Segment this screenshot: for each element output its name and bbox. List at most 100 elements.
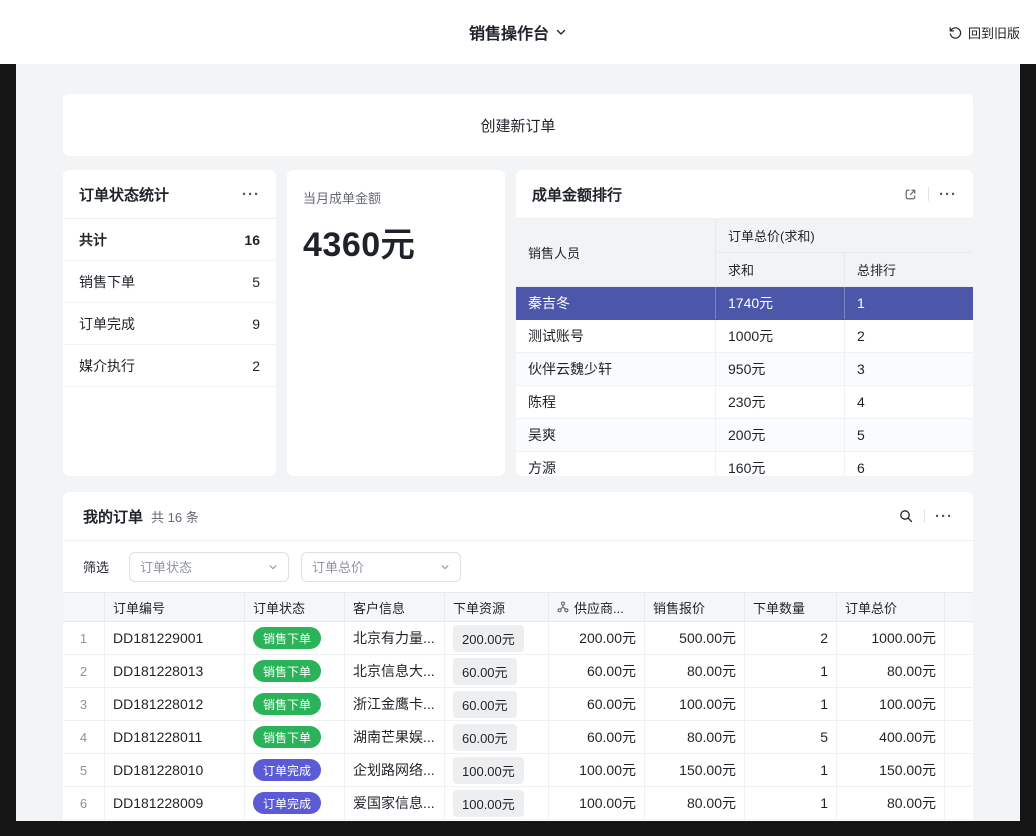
ranking-card: 成单金额排行 ··· 销售人员 订单总价(求和) 求和 总排行 秦吉冬 1740… (516, 170, 973, 476)
order-status-cell: 销售下单 (245, 688, 345, 720)
col-sales-quote: 销售报价 (645, 593, 745, 621)
status-row[interactable]: 订单完成 9 (63, 303, 276, 345)
order-row[interactable]: 2 DD181228013 销售下单 北京信息大... 60.00元 60.00… (63, 655, 973, 688)
order-status-filter[interactable]: 订单状态 (129, 552, 289, 582)
order-row[interactable]: 4 DD181228011 销售下单 湖南芒果娱... 60.00元 60.00… (63, 721, 973, 754)
ranking-cell-rank: 4 (845, 386, 973, 418)
ranking-cell-rank: 3 (845, 353, 973, 385)
workspace-switcher[interactable]: 销售操作台 (0, 0, 1036, 64)
order-total: 1000.00元 (837, 622, 945, 654)
ranking-cell-rank: 2 (845, 320, 973, 352)
ranking-cell-sum: 160元 (716, 452, 845, 476)
customer-info: 北京有力量... (345, 622, 445, 654)
status-row-label: 销售下单 (79, 272, 135, 292)
status-row[interactable]: 媒介执行 2 (63, 345, 276, 387)
ranking-cell-name: 吴爽 (516, 419, 716, 451)
ranking-row[interactable]: 吴爽 200元 5 (516, 419, 973, 452)
resource-cell: 60.00元 (445, 655, 549, 687)
col-order-qty: 下单数量 (745, 593, 837, 621)
sales-quote: 80.00元 (645, 787, 745, 819)
ranking-cell-sum: 950元 (716, 353, 845, 385)
orders-card-header: 我的订单 共 16 条 ··· (63, 492, 973, 541)
order-qty: 1 (745, 655, 837, 687)
ranking-cell-name: 伙伴云魏少轩 (516, 353, 716, 385)
topbar: 销售操作台 回到旧版 (0, 0, 1036, 64)
sales-quote: 500.00元 (645, 622, 745, 654)
ranking-row[interactable]: 方源 160元 6 (516, 452, 973, 476)
amount-label: 当月成单金额 (303, 188, 489, 207)
resource-cell: 60.00元 (445, 688, 549, 720)
create-order-label: 创建新订单 (480, 115, 555, 136)
order-qty: 1 (745, 688, 837, 720)
status-card-title: 订单状态统计 (79, 184, 169, 205)
order-row[interactable]: 3 DD181228012 销售下单 浙江金鹰卡... 60.00元 60.00… (63, 688, 973, 721)
export-icon[interactable] (903, 187, 918, 202)
status-badge: 销售下单 (253, 627, 321, 649)
sales-quote: 100.00元 (645, 688, 745, 720)
order-total: 400.00元 (837, 721, 945, 753)
row-number: 1 (63, 622, 105, 654)
col-stub (945, 593, 973, 621)
order-row[interactable]: 1 DD181229001 销售下单 北京有力量... 200.00元 200.… (63, 622, 973, 655)
supplier-price: 100.00元 (549, 754, 645, 786)
resource-chip: 100.00元 (453, 757, 524, 784)
chevron-down-icon (555, 26, 567, 38)
order-id: DD181228009 (105, 787, 245, 819)
stub-cell (945, 688, 973, 720)
supplier-price: 60.00元 (549, 655, 645, 687)
more-icon[interactable]: ··· (935, 509, 953, 524)
order-total: 100.00元 (837, 688, 945, 720)
supplier-price: 60.00元 (549, 721, 645, 753)
order-qty: 5 (745, 721, 837, 753)
order-total-filter[interactable]: 订单总价 (301, 552, 461, 582)
ranking-row[interactable]: 伙伴云魏少轩 950元 3 (516, 353, 973, 386)
status-rows: 共计 16 销售下单 5 订单完成 9 媒介执行 2 (63, 219, 276, 387)
ranking-row[interactable]: 秦吉冬 1740元 1 (516, 287, 973, 320)
customer-info: 爱国家信息... (345, 787, 445, 819)
status-row[interactable]: 销售下单 5 (63, 261, 276, 303)
status-badge: 订单完成 (253, 759, 321, 781)
ranking-header-actions: ··· (903, 187, 957, 202)
order-row[interactable]: 5 DD181228010 订单完成 企划路网络... 100.00元 100.… (63, 754, 973, 787)
back-to-old-version-button[interactable]: 回到旧版 (948, 0, 1020, 64)
customer-info: 浙江金鹰卡... (345, 688, 445, 720)
ranking-row[interactable]: 陈程 230元 4 (516, 386, 973, 419)
status-row-value: 2 (252, 358, 260, 374)
ranking-card-title: 成单金额排行 (532, 184, 622, 205)
amount-value: 4360元 (303, 217, 489, 266)
status-row-label: 共计 (79, 230, 107, 250)
resource-cell: 100.00元 (445, 787, 549, 819)
search-icon[interactable] (898, 508, 914, 524)
stub-cell (945, 655, 973, 687)
status-badge: 销售下单 (253, 693, 321, 715)
col-overall-rank: 总排行 (845, 253, 973, 287)
col-sum: 求和 (716, 253, 845, 287)
status-row-label: 媒介执行 (79, 356, 135, 376)
order-total: 80.00元 (837, 787, 945, 819)
order-total: 80.00元 (837, 655, 945, 687)
supplier-price: 200.00元 (549, 622, 645, 654)
more-icon[interactable]: ··· (939, 187, 957, 202)
status-row[interactable]: 共计 16 (63, 219, 276, 261)
order-id: DD181228012 (105, 688, 245, 720)
create-order-button[interactable]: 创建新订单 (63, 94, 973, 156)
orders-count: 共 16 条 (151, 507, 199, 526)
col-order-total: 订单总价 (837, 593, 945, 621)
order-row[interactable]: 6 DD181228009 订单完成 爱国家信息... 100.00元 100.… (63, 787, 973, 820)
col-order-total-sum-group: 订单总价(求和) (716, 219, 973, 253)
stub-cell (945, 721, 973, 753)
col-resource: 下单资源 (445, 593, 549, 621)
col-row-number (63, 593, 105, 621)
chevron-down-icon (440, 562, 450, 572)
stub-cell (945, 622, 973, 654)
more-icon[interactable]: ··· (242, 187, 260, 202)
resource-chip: 60.00元 (453, 724, 517, 751)
page-title: 销售操作台 (469, 20, 549, 44)
order-status-cell: 订单完成 (245, 754, 345, 786)
status-badge: 订单完成 (253, 792, 321, 814)
ranking-row[interactable]: 测试账号 1000元 2 (516, 320, 973, 353)
order-status-cell: 销售下单 (245, 655, 345, 687)
sales-quote: 80.00元 (645, 655, 745, 687)
customer-info: 企划路网络... (345, 754, 445, 786)
customer-info: 湖南芒果娱... (345, 721, 445, 753)
